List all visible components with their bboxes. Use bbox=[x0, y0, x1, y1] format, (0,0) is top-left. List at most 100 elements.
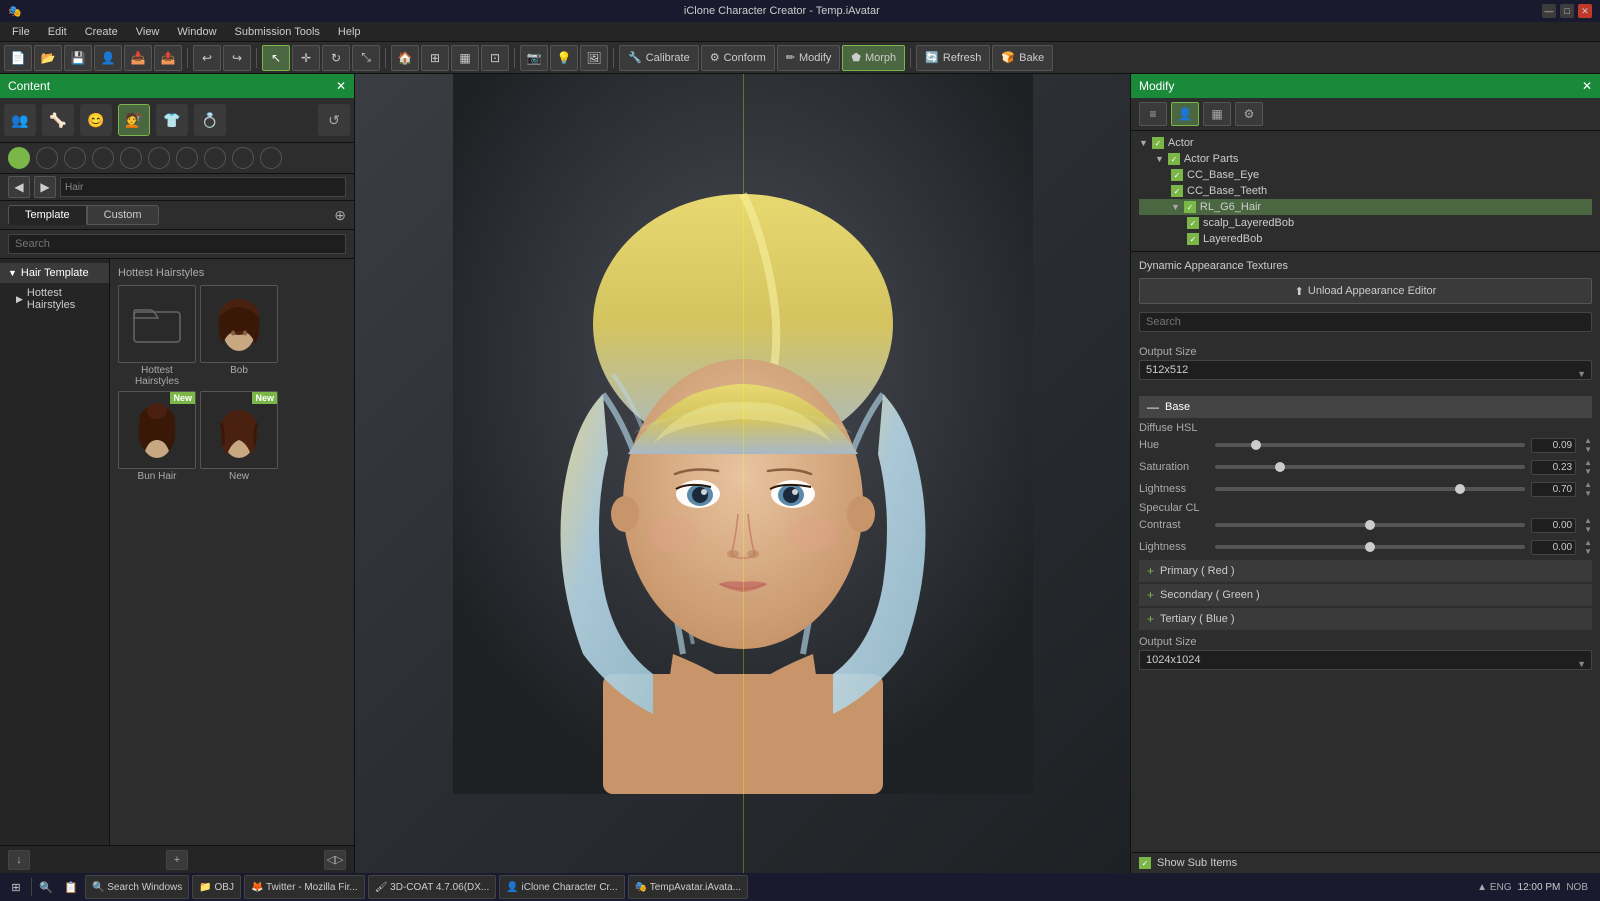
icon-clothes[interactable]: 👕 bbox=[156, 104, 188, 136]
filter-9[interactable] bbox=[260, 147, 282, 169]
viewport[interactable] bbox=[355, 74, 1130, 873]
base-section-header[interactable]: — Base bbox=[1139, 396, 1592, 418]
close-button[interactable]: ✕ bbox=[1578, 4, 1592, 18]
toolbar-render[interactable]: 🖼 bbox=[580, 45, 608, 71]
nav-back[interactable]: ◀ bbox=[8, 176, 30, 198]
contrast-down[interactable]: ▼ bbox=[1584, 525, 1592, 534]
teeth-checkbox[interactable]: ✓ bbox=[1171, 185, 1183, 197]
actor-checkbox[interactable]: ✓ bbox=[1152, 137, 1164, 149]
tree-item-hair-template[interactable]: ▼ Hair Template bbox=[0, 263, 109, 283]
toolbar-new[interactable]: 📄 bbox=[4, 45, 32, 71]
taskbar-obj[interactable]: 📁 OBJ bbox=[192, 875, 241, 899]
lightness2-slider[interactable] bbox=[1215, 545, 1525, 549]
tab-custom[interactable]: Custom bbox=[87, 205, 159, 225]
hue-value[interactable] bbox=[1531, 438, 1576, 453]
start-button[interactable]: ⊞ bbox=[4, 875, 28, 899]
icon-settings-content[interactable]: ↺ bbox=[318, 104, 350, 136]
appearance-search[interactable] bbox=[1139, 312, 1592, 332]
filter-6[interactable] bbox=[176, 147, 198, 169]
layered-checkbox[interactable]: ✓ bbox=[1187, 233, 1199, 245]
icon-body[interactable]: 🦴 bbox=[42, 104, 74, 136]
lightness-value[interactable] bbox=[1531, 482, 1576, 497]
actor-item-scalp[interactable]: ✓ scalp_LayeredBob bbox=[1139, 215, 1592, 231]
saturation-slider[interactable] bbox=[1215, 465, 1525, 469]
lightness2-down[interactable]: ▼ bbox=[1584, 547, 1592, 556]
expand-icon[interactable]: ⊕ bbox=[334, 207, 346, 224]
panel-nav-more[interactable]: ◁▷ bbox=[324, 850, 346, 870]
search-input[interactable] bbox=[8, 234, 346, 254]
lightness2-up[interactable]: ▲ bbox=[1584, 538, 1592, 547]
menu-view[interactable]: View bbox=[128, 24, 168, 40]
calibrate-button[interactable]: 🔧Calibrate bbox=[619, 45, 699, 71]
unload-appearance-btn[interactable]: ⬆ Unload Appearance Editor bbox=[1139, 278, 1592, 304]
hair-checkbox[interactable]: ✓ bbox=[1184, 201, 1196, 213]
actor-item-hair[interactable]: ▼ ✓ RL_G6_Hair bbox=[1139, 199, 1592, 215]
toolbar-camera[interactable]: 📷 bbox=[520, 45, 548, 71]
taskbar-search[interactable]: 🔍 bbox=[35, 876, 57, 898]
scalp-checkbox[interactable]: ✓ bbox=[1187, 217, 1199, 229]
filter-8[interactable] bbox=[232, 147, 254, 169]
icon-face[interactable]: 😊 bbox=[80, 104, 112, 136]
toolbar-home[interactable]: 🏠 bbox=[391, 45, 419, 71]
primary-row[interactable]: + Primary ( Red ) bbox=[1139, 560, 1592, 582]
morph-button[interactable]: ⬟Morph bbox=[842, 45, 905, 71]
tab-template[interactable]: Template bbox=[8, 205, 87, 225]
menu-submission-tools[interactable]: Submission Tools bbox=[227, 24, 328, 40]
eye-checkbox[interactable]: ✓ bbox=[1171, 169, 1183, 181]
toolbar-light[interactable]: 💡 bbox=[550, 45, 578, 71]
taskbar-twitter[interactable]: 🦊 Twitter - Mozilla Fir... bbox=[244, 875, 365, 899]
bake-button[interactable]: 🍞Bake bbox=[992, 45, 1053, 71]
toolbar-scale[interactable]: ⤡ bbox=[352, 45, 380, 71]
thumb-bob[interactable]: Bob bbox=[200, 285, 278, 387]
saturation-value[interactable] bbox=[1531, 460, 1576, 475]
menu-edit[interactable]: Edit bbox=[40, 24, 75, 40]
taskbar-3dcoat[interactable]: 🖌 3D-COAT 4.7.06(DX... bbox=[368, 875, 497, 899]
output-size-select[interactable]: 512x512 256x256 1024x1024 2048x2048 bbox=[1139, 360, 1592, 380]
menu-file[interactable]: File bbox=[4, 24, 38, 40]
lightness-down[interactable]: ▼ bbox=[1584, 489, 1592, 498]
maximize-button[interactable]: □ bbox=[1560, 4, 1574, 18]
modify-close-icon[interactable]: ✕ bbox=[1582, 79, 1592, 93]
output-size2-select[interactable]: 1024x1024 512x512 2048x2048 bbox=[1139, 650, 1592, 670]
panel-nav-down[interactable]: ↓ bbox=[8, 850, 30, 870]
tab-settings-right[interactable]: ⚙ bbox=[1235, 102, 1263, 126]
filter-all[interactable] bbox=[8, 147, 30, 169]
lightness2-value[interactable] bbox=[1531, 540, 1576, 555]
show-sub-checkbox[interactable]: ✓ bbox=[1139, 857, 1151, 869]
tab-sliders[interactable]: ≡ bbox=[1139, 102, 1167, 126]
content-close-icon[interactable]: ✕ bbox=[336, 79, 346, 93]
parts-checkbox[interactable]: ✓ bbox=[1168, 153, 1180, 165]
hue-up[interactable]: ▲ bbox=[1584, 436, 1592, 445]
tree-item-hottest[interactable]: ▶ Hottest Hairstyles bbox=[0, 283, 109, 315]
filter-5[interactable] bbox=[148, 147, 170, 169]
actor-item-parts[interactable]: ▼ ✓ Actor Parts bbox=[1139, 151, 1592, 167]
panel-nav-add[interactable]: + bbox=[166, 850, 188, 870]
nav-forward[interactable]: ▶ bbox=[34, 176, 56, 198]
menu-help[interactable]: Help bbox=[330, 24, 369, 40]
hue-slider[interactable] bbox=[1215, 443, 1525, 447]
thumb-folder[interactable]: Hottest Hairstyles bbox=[118, 285, 196, 387]
toolbar-avatar[interactable]: 👤 bbox=[94, 45, 122, 71]
minimize-button[interactable]: — bbox=[1542, 4, 1556, 18]
lightness-up[interactable]: ▲ bbox=[1584, 480, 1592, 489]
icon-accessory[interactable]: 💍 bbox=[194, 104, 226, 136]
filter-2[interactable] bbox=[64, 147, 86, 169]
menu-create[interactable]: Create bbox=[77, 24, 126, 40]
toolbar-grid[interactable]: ▦ bbox=[451, 45, 479, 71]
actor-item-layeredbob[interactable]: ✓ LayeredBob bbox=[1139, 231, 1592, 247]
filter-7[interactable] bbox=[204, 147, 226, 169]
toolbar-select[interactable]: ↖ bbox=[262, 45, 290, 71]
taskbar-iclone[interactable]: 👤 iClone Character Cr... bbox=[499, 875, 624, 899]
toolbar-import[interactable]: 📥 bbox=[124, 45, 152, 71]
contrast-value[interactable] bbox=[1531, 518, 1576, 533]
actor-item-actor[interactable]: ▼ ✓ Actor bbox=[1139, 135, 1592, 151]
toolbar-open[interactable]: 📂 bbox=[34, 45, 62, 71]
actor-item-eye[interactable]: ✓ CC_Base_Eye bbox=[1139, 167, 1592, 183]
icon-people[interactable]: 👥 bbox=[4, 104, 36, 136]
filter-3[interactable] bbox=[92, 147, 114, 169]
toolbar-fit[interactable]: ⊞ bbox=[421, 45, 449, 71]
toolbar-export[interactable]: 📤 bbox=[154, 45, 182, 71]
toolbar-move[interactable]: ✛ bbox=[292, 45, 320, 71]
actor-item-teeth[interactable]: ✓ CC_Base_Teeth bbox=[1139, 183, 1592, 199]
refresh-button[interactable]: 🔄Refresh bbox=[916, 45, 990, 71]
